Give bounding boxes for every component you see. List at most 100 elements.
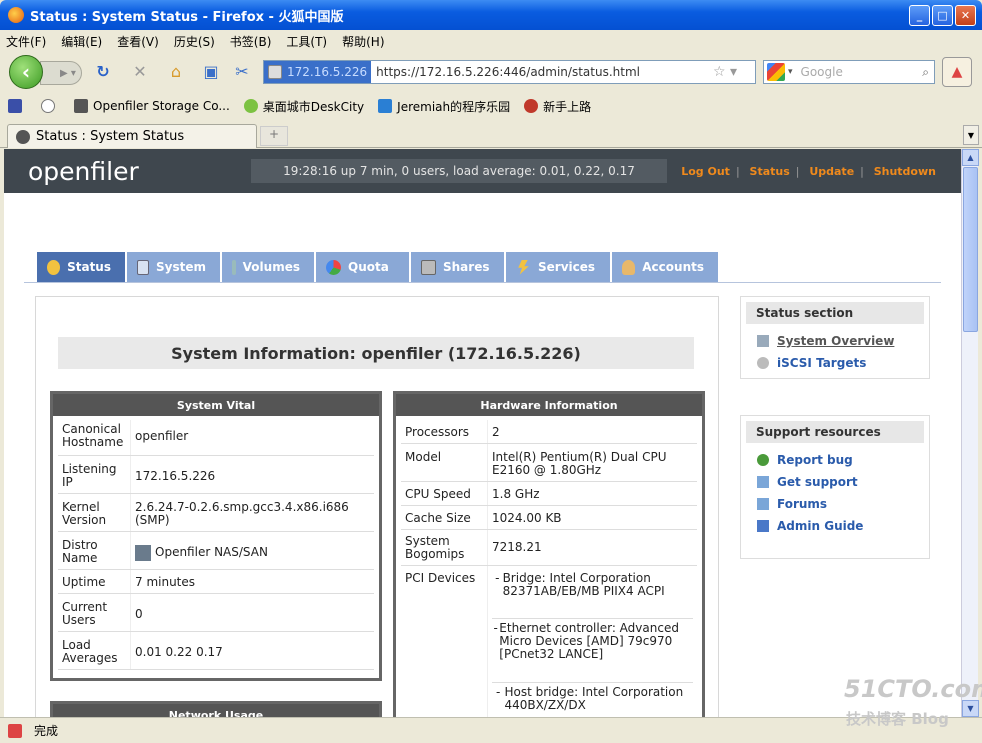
openfiler-logo: openfiler <box>28 157 139 186</box>
menu-edit[interactable]: 编辑(E) <box>61 33 102 50</box>
close-button[interactable]: ✕ <box>955 5 976 26</box>
site-identity[interactable]: 172.16.5.226 <box>264 61 372 83</box>
list-item: - Bridge: Intel Corporation 82371AB/EB/MB… <box>492 569 693 619</box>
bookmark-star-icon[interactable]: ☆ ▾ <box>713 64 737 80</box>
row-value: 0.01 0.22 0.17 <box>130 632 374 669</box>
menu-help[interactable]: 帮助(H) <box>342 33 384 50</box>
fox-addon-icon[interactable]: ▲ <box>942 57 972 87</box>
table-row: CPU Speed 1.8 GHz <box>401 482 697 506</box>
admin-guide-link[interactable]: Admin Guide <box>741 515 929 537</box>
bookmark-label: 新手上路 <box>543 99 592 114</box>
site-identity-label: 172.16.5.226 <box>287 65 368 79</box>
bookmarks-menu-icon[interactable] <box>8 99 22 113</box>
main-nav-tabs: Status System Volumes Quota Shares Servi… <box>37 252 720 282</box>
row-value: openfiler <box>130 420 374 455</box>
row-label: Kernel Version <box>62 500 107 527</box>
row-value: 7218.21 <box>487 530 697 565</box>
search-icon[interactable]: ⌕ <box>922 65 929 80</box>
system-overview-link[interactable]: System Overview <box>741 330 929 352</box>
bookmark-deskcity[interactable]: 桌面城市DeskCity <box>243 98 365 115</box>
stop-icon[interactable]: ✕ <box>130 62 150 81</box>
row-label: Model <box>405 450 442 464</box>
back-arrow-icon: ‹ <box>21 60 31 84</box>
row-label: Load Averages <box>62 638 118 665</box>
table-row: Processors 2 <box>401 420 697 444</box>
forums-link[interactable]: Forums <box>741 493 929 515</box>
update-link[interactable]: Update <box>809 165 854 178</box>
menu-history[interactable]: 历史(S) <box>174 33 215 50</box>
table-row: Cache Size 1024.00 KB <box>401 506 697 530</box>
status-text: 完成 <box>34 724 59 738</box>
bookmark-newbie[interactable]: 新手上路 <box>524 98 591 115</box>
tab-nav-shares[interactable]: Shares <box>411 252 506 282</box>
window-icon[interactable]: ▣ <box>201 62 221 81</box>
status-bar: 完成 <box>0 717 982 743</box>
address-bar[interactable]: 172.16.5.226 https://172.16.5.226:446/ad… <box>263 60 756 84</box>
top-links: Log Out | Status | Update | Shutdown <box>681 165 936 178</box>
row-label: CPU Speed <box>405 487 471 501</box>
link-label: iSCSI Targets <box>777 356 867 370</box>
menu-view[interactable]: 查看(V) <box>117 33 159 50</box>
pci-device-list: - Bridge: Intel Corporation 82371AB/EB/MB… <box>487 566 697 717</box>
scroll-thumb[interactable] <box>963 167 978 332</box>
reload-icon[interactable]: ↻ <box>93 62 113 81</box>
section-title: Support resources <box>746 421 924 443</box>
users-icon <box>622 259 636 275</box>
clock-icon[interactable] <box>41 99 55 113</box>
tab-nav-quota[interactable]: Quota <box>316 252 411 282</box>
scissors-icon[interactable]: ✂ <box>232 62 252 81</box>
page-viewport: openfiler 19:28:16 up 7 min, 0 users, lo… <box>4 149 961 717</box>
tab-status[interactable]: Status : System Status <box>7 124 257 148</box>
watermark-logo: 51CTO.com <box>844 675 982 703</box>
menu-tools[interactable]: 工具(T) <box>286 33 327 50</box>
scroll-up-icon[interactable]: ▲ <box>962 149 979 166</box>
jeremiah-icon <box>378 99 393 113</box>
book-icon <box>757 520 769 532</box>
menu-bar: 文件(F) 编辑(E) 查看(V) 历史(S) 书签(B) 工具(T) 帮助(H… <box>0 30 982 52</box>
search-engine-dropdown-icon[interactable]: ▾ <box>788 67 793 77</box>
page-title: System Information: openfiler (172.16.5.… <box>58 337 694 369</box>
support-icon <box>757 476 769 488</box>
firefox-icon <box>8 7 24 23</box>
back-button[interactable]: ‹ <box>9 55 43 89</box>
home-icon[interactable]: ⌂ <box>166 62 186 81</box>
tab-nav-services[interactable]: Services <box>506 252 612 282</box>
bookmark-label: Jeremiah的程序乐园 <box>397 99 511 114</box>
tab-label: Shares <box>443 260 490 274</box>
shutdown-link[interactable]: Shutdown <box>874 165 936 178</box>
table-row: Current Users 0 <box>58 594 374 632</box>
support-resources-box: Support resources Report bug Get support… <box>740 415 930 559</box>
menu-file[interactable]: 文件(F) <box>6 33 46 50</box>
tab-nav-status[interactable]: Status <box>37 252 127 282</box>
tab-nav-accounts[interactable]: Accounts <box>612 252 720 282</box>
report-bug-link[interactable]: Report bug <box>741 449 929 471</box>
link-label: Admin Guide <box>777 519 864 533</box>
maximize-button[interactable]: □ <box>932 5 953 26</box>
get-support-link[interactable]: Get support <box>741 471 929 493</box>
menu-bookmarks[interactable]: 书签(B) <box>230 33 272 50</box>
logout-link[interactable]: Log Out <box>681 165 730 178</box>
row-value: 1024.00 KB <box>487 506 697 529</box>
window-title: Status : System Status - Firefox - 火狐中国版 <box>30 9 344 25</box>
bookmark-jeremiah[interactable]: Jeremiah的程序乐园 <box>378 98 510 115</box>
row-label: Listening IP <box>62 462 117 489</box>
tab-nav-volumes[interactable]: Volumes <box>222 252 316 282</box>
bookmark-label: Openfiler Storage Co... <box>93 99 230 113</box>
new-tab-button[interactable]: + <box>260 126 288 146</box>
tab-list-button[interactable]: ▼ <box>963 125 979 145</box>
search-box[interactable]: ▾ Google ⌕ <box>763 60 935 84</box>
bookmark-openfiler[interactable]: Openfiler Storage Co... <box>74 99 230 113</box>
distro-name: Openfiler NAS/SAN <box>155 545 268 559</box>
row-value: 1.8 GHz <box>487 482 697 505</box>
tab-nav-system[interactable]: System <box>127 252 222 282</box>
minimize-button[interactable]: _ <box>909 5 930 26</box>
tab-bar: Status : System Status + ▼ <box>0 122 982 148</box>
status-link[interactable]: Status <box>750 165 790 178</box>
server-icon <box>421 259 436 275</box>
vertical-scrollbar[interactable]: ▲ ▼ <box>961 149 979 717</box>
bookmark-label: 桌面城市DeskCity <box>262 99 365 114</box>
tab-label: System <box>156 260 206 274</box>
forward-button[interactable]: ▶ ▾ <box>40 61 82 85</box>
iscsi-targets-link[interactable]: iSCSI Targets <box>741 352 929 374</box>
navigation-toolbar: ▶ ▾ ‹ ↻ ✕ ⌂ ▣ ✂ 172.16.5.226 https://172… <box>0 53 982 91</box>
